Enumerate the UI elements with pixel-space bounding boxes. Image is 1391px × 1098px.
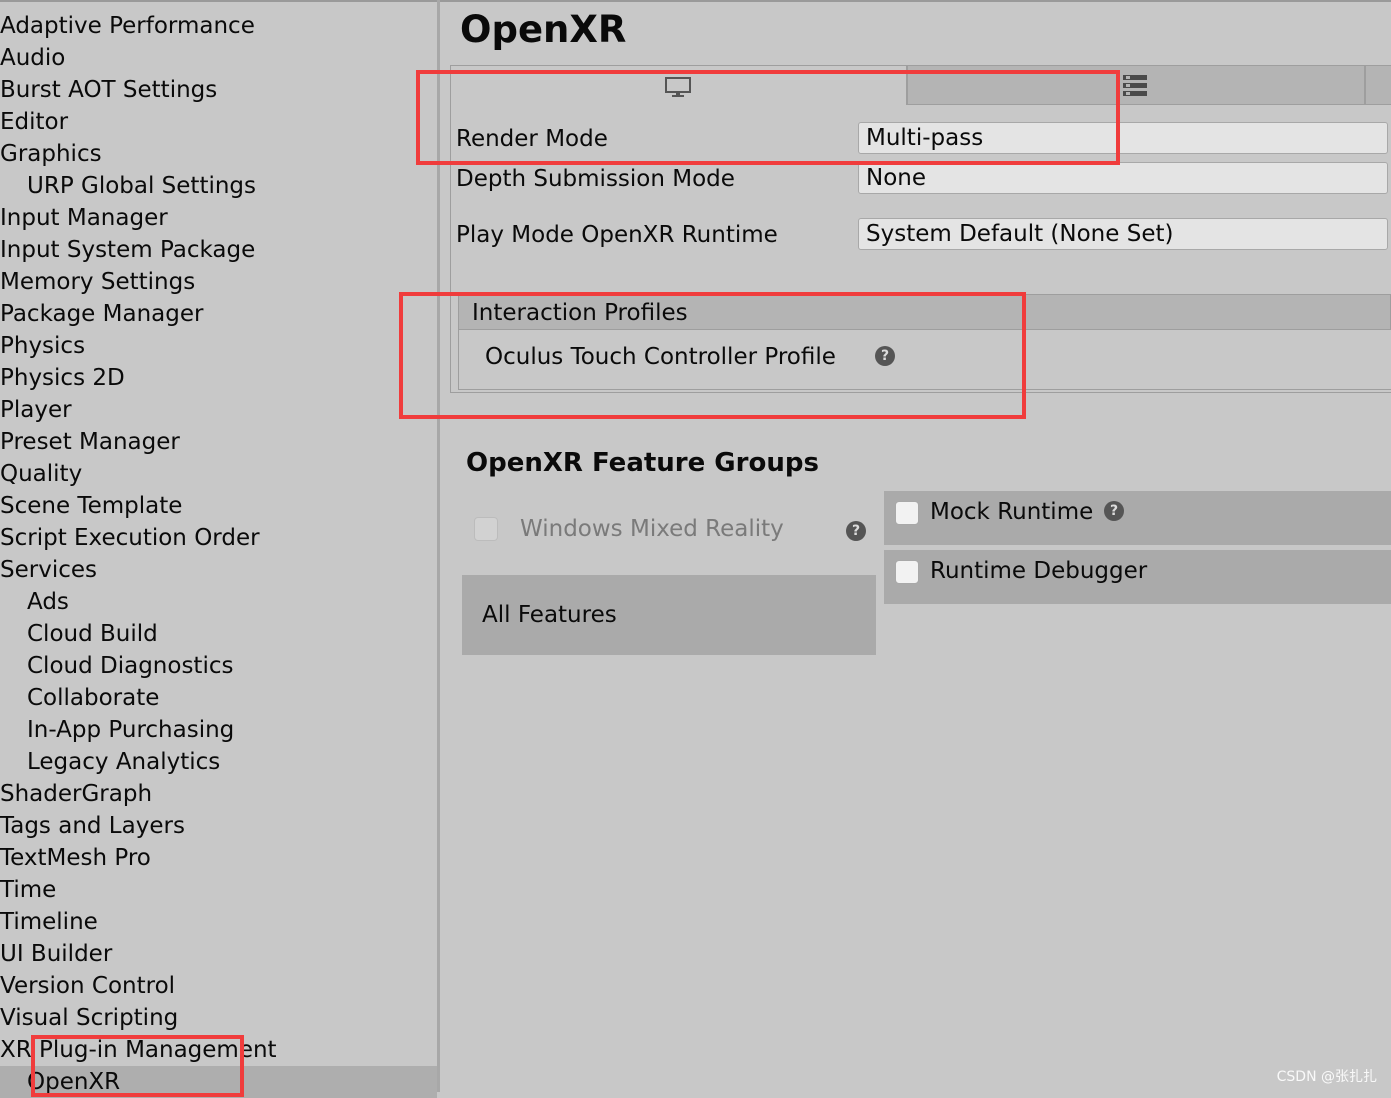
sidebar-item-scene-template[interactable]: Scene Template <box>0 490 437 522</box>
android-icon <box>1123 75 1147 96</box>
play-mode-runtime-label: Play Mode OpenXR Runtime <box>456 222 778 248</box>
sidebar-item-physics[interactable]: Physics <box>0 330 437 362</box>
depth-submission-label: Depth Submission Mode <box>456 166 735 192</box>
sidebar-item-input-system-package[interactable]: Input System Package <box>0 234 437 266</box>
sidebar-item-script-execution-order[interactable]: Script Execution Order <box>0 522 437 554</box>
windows-mixed-reality-checkbox[interactable] <box>474 517 498 541</box>
sidebar-item-visual-scripting[interactable]: Visual Scripting <box>0 1002 437 1034</box>
sidebar-item-input-manager[interactable]: Input Manager <box>0 202 437 234</box>
runtime-debugger-label: Runtime Debugger <box>930 558 1148 584</box>
runtime-debugger-checkbox[interactable] <box>895 560 919 584</box>
settings-sidebar: Adaptive Performance Audio Burst AOT Set… <box>0 2 437 1098</box>
sidebar-item-physics-2d[interactable]: Physics 2D <box>0 362 437 394</box>
highlight-box-render-mode <box>416 70 1120 165</box>
mock-runtime-checkbox[interactable] <box>895 501 919 525</box>
sidebar-item-ui-builder[interactable]: UI Builder <box>0 938 437 970</box>
play-mode-runtime-row: Play Mode OpenXR Runtime System Default … <box>456 218 1388 252</box>
highlight-box-interaction-profiles <box>399 292 1026 419</box>
windows-mixed-reality-label: Windows Mixed Reality <box>520 516 784 542</box>
sidebar-item-legacy-analytics[interactable]: Legacy Analytics <box>0 746 437 778</box>
sidebar-item-ads[interactable]: Ads <box>0 586 437 618</box>
sidebar-item-burst-aot-settings[interactable]: Burst AOT Settings <box>0 74 437 106</box>
sidebar-item-memory-settings[interactable]: Memory Settings <box>0 266 437 298</box>
sidebar-list: Adaptive Performance Audio Burst AOT Set… <box>0 10 437 1098</box>
feature-row-runtime-debugger: Runtime Debugger <box>884 550 1391 604</box>
feature-groups-title: OpenXR Feature Groups <box>466 448 819 478</box>
depth-submission-dropdown[interactable]: None <box>858 162 1388 194</box>
sidebar-item-cloud-build[interactable]: Cloud Build <box>0 618 437 650</box>
sidebar-item-in-app-purchasing[interactable]: In-App Purchasing <box>0 714 437 746</box>
sidebar-item-player[interactable]: Player <box>0 394 437 426</box>
settings-main-panel: OpenXR Render Mode Multi-pass Depth Subm… <box>440 2 1391 1092</box>
sidebar-item-time[interactable]: Time <box>0 874 437 906</box>
help-icon[interactable]: ? <box>1104 501 1124 521</box>
sidebar-item-urp-global-settings[interactable]: URP Global Settings <box>0 170 437 202</box>
depth-submission-row: Depth Submission Mode None <box>456 162 1388 196</box>
sidebar-item-shadergraph[interactable]: ShaderGraph <box>0 778 437 810</box>
sidebar-item-editor[interactable]: Editor <box>0 106 437 138</box>
mock-runtime-label: Mock Runtime <box>930 499 1094 525</box>
sidebar-item-timeline[interactable]: Timeline <box>0 906 437 938</box>
feature-group-windows-mixed-reality: Windows Mixed Reality ? <box>462 499 876 569</box>
play-mode-runtime-dropdown[interactable]: System Default (None Set) <box>858 218 1388 250</box>
sidebar-item-adaptive-performance[interactable]: Adaptive Performance <box>0 10 437 42</box>
sidebar-item-version-control[interactable]: Version Control <box>0 970 437 1002</box>
sidebar-item-quality[interactable]: Quality <box>0 458 437 490</box>
sidebar-item-tags-and-layers[interactable]: Tags and Layers <box>0 810 437 842</box>
watermark: CSDN @张扎扎 <box>1276 1069 1377 1085</box>
sidebar-item-cloud-diagnostics[interactable]: Cloud Diagnostics <box>0 650 437 682</box>
sidebar-item-preset-manager[interactable]: Preset Manager <box>0 426 437 458</box>
sidebar-item-package-manager[interactable]: Package Manager <box>0 298 437 330</box>
sidebar-item-audio[interactable]: Audio <box>0 42 437 74</box>
sidebar-item-textmesh-pro[interactable]: TextMesh Pro <box>0 842 437 874</box>
sidebar-item-services[interactable]: Services <box>0 554 437 586</box>
page-title: OpenXR <box>460 8 627 51</box>
tab-overflow[interactable] <box>1365 65 1391 105</box>
highlight-box-openxr <box>31 1035 244 1097</box>
feature-row-mock-runtime: Mock Runtime ? <box>884 491 1391 545</box>
help-icon[interactable]: ? <box>846 521 866 541</box>
sidebar-item-graphics[interactable]: Graphics <box>0 138 437 170</box>
sidebar-item-collaborate[interactable]: Collaborate <box>0 682 437 714</box>
all-features-item[interactable]: All Features <box>462 575 876 655</box>
